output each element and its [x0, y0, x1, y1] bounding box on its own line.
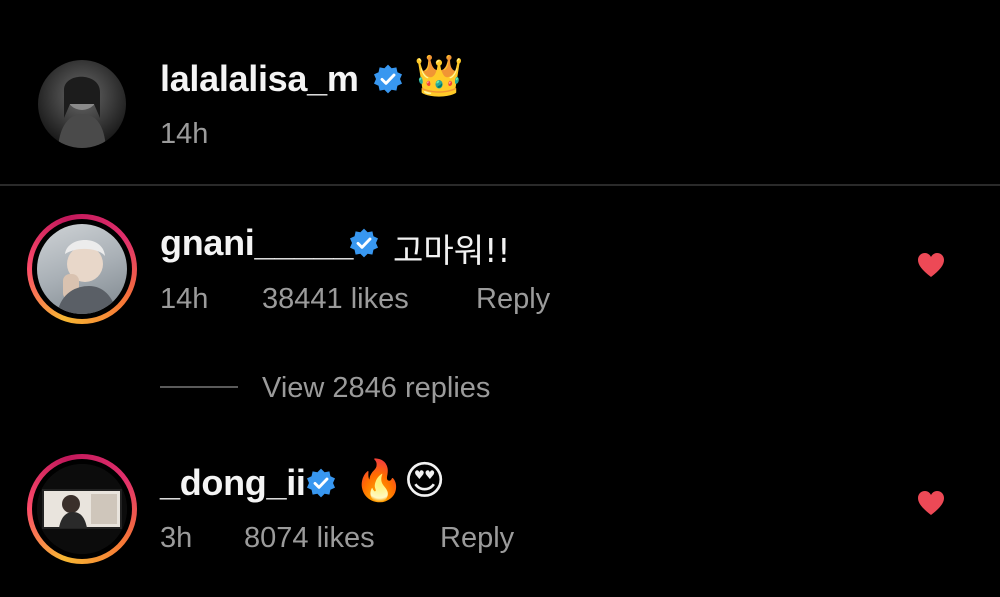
post-time: 14h	[160, 118, 209, 150]
view-replies-button[interactable]: View 2846 replies	[262, 372, 490, 405]
comment-time: 3h	[160, 522, 193, 554]
avatar-photo	[58, 76, 106, 148]
comment-likes[interactable]: 38441 likes	[262, 283, 409, 316]
avatar-photo	[37, 464, 127, 554]
post-author-username[interactable]: lalalalisa_m	[160, 58, 359, 100]
avatar-photo	[57, 240, 117, 314]
heart-icon[interactable]	[917, 490, 945, 516]
header-divider	[0, 184, 1000, 186]
verified-badge-icon	[307, 468, 335, 498]
comment-time: 14h	[160, 283, 209, 315]
reply-button[interactable]: Reply	[440, 522, 514, 555]
commenter-avatar[interactable]	[37, 224, 127, 314]
comment-text: 🔥😍	[354, 459, 446, 503]
replies-line	[160, 386, 238, 388]
commenter-avatar[interactable]	[37, 464, 127, 554]
comment-text: 고마워!!	[393, 231, 511, 270]
post-author-avatar[interactable]	[38, 60, 126, 148]
verified-badge-icon	[350, 228, 378, 258]
reply-button[interactable]: Reply	[476, 283, 550, 316]
commenter-username[interactable]: _dong_ii	[160, 462, 306, 504]
commenter-username[interactable]: gnani_____	[160, 222, 353, 264]
crown-emoji: 👑	[414, 54, 464, 98]
verified-badge-icon	[374, 64, 402, 94]
heart-icon[interactable]	[917, 252, 945, 278]
comment-likes[interactable]: 8074 likes	[244, 522, 375, 555]
